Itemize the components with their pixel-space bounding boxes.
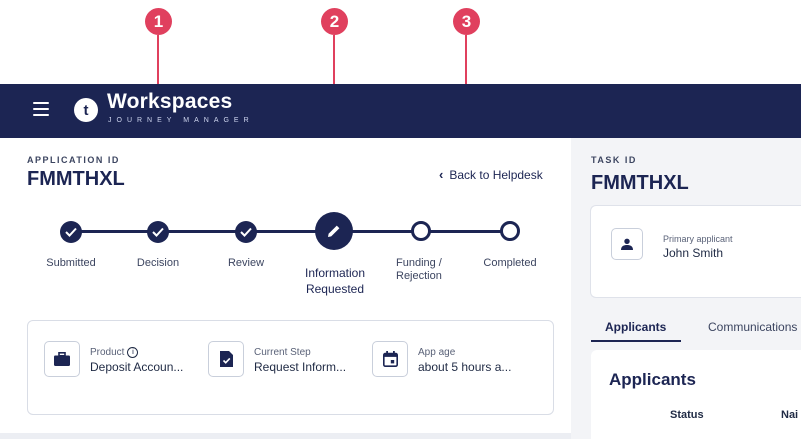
app-age-info: App age about 5 hours a... (372, 341, 511, 377)
step-information-requested-pencil-icon (315, 212, 353, 250)
tab-communications[interactable]: Communications (708, 320, 797, 334)
product-caption: Product (90, 347, 125, 358)
chevron-left-icon: ‹ (439, 167, 444, 182)
brand-logo[interactable]: t (74, 98, 98, 122)
primary-applicant-caption: Primary applicant (663, 234, 733, 244)
app-age-value: about 5 hours a... (418, 360, 512, 374)
brand-subtitle: JOURNEY MANAGER (108, 117, 254, 124)
applicants-card (591, 350, 801, 439)
current-step-info: Current Step Request Inform... (208, 341, 346, 377)
step-review-check-icon (235, 221, 257, 243)
pane-bottom-divider (0, 433, 571, 439)
current-step-caption: Current Step (254, 347, 311, 358)
step-label-completed: Completed (483, 257, 537, 269)
stepper-track (70, 230, 510, 233)
callout-3: 3 (453, 8, 480, 35)
callout-2: 2 (321, 8, 348, 35)
application-id-label: APPLICATION ID (27, 155, 120, 165)
active-tab-indicator (591, 340, 681, 342)
step-label-line2: Requested (305, 282, 365, 296)
task-id: FMMTHXL (591, 172, 689, 194)
briefcase-icon (44, 341, 80, 377)
step-label-line2: Rejection (396, 270, 442, 282)
task-id-label: TASK ID (591, 155, 637, 165)
tab-applicants[interactable]: Applicants (605, 320, 666, 334)
product-info: Product i Deposit Accoun... (44, 341, 183, 377)
step-decision-check-icon (147, 221, 169, 243)
app-age-caption: App age (418, 347, 456, 358)
back-link-label: Back to Helpdesk (449, 167, 543, 182)
person-icon (611, 228, 643, 260)
step-funding-rejection-circle (411, 221, 431, 241)
step-label-information-requested: Information Requested (290, 265, 380, 297)
brand-title: Workspaces (107, 90, 233, 113)
product-value: Deposit Accoun... (90, 360, 184, 374)
step-label-funding-rejection: Funding / Rejection (396, 257, 448, 283)
primary-applicant-name: John Smith (663, 246, 724, 260)
step-label-line1: Funding / (396, 257, 442, 269)
document-check-icon (208, 341, 244, 377)
step-label-review: Review (227, 257, 265, 269)
step-completed-circle (500, 221, 520, 241)
callout-1: 1 (145, 8, 172, 35)
column-header-status[interactable]: Status (670, 409, 704, 421)
step-label-submitted: Submitted (46, 257, 96, 269)
column-header-name[interactable]: Nai (781, 409, 798, 421)
step-label-decision: Decision (136, 257, 180, 269)
applicants-title: Applicants (609, 370, 696, 389)
step-label-line1: Information (304, 266, 366, 280)
step-submitted-check-icon (60, 221, 82, 243)
back-to-helpdesk-link[interactable]: ‹ Back to Helpdesk (439, 167, 543, 182)
info-icon[interactable]: i (127, 347, 139, 358)
calendar-icon (372, 341, 408, 377)
application-id: FMMTHXL (27, 168, 125, 190)
hamburger-menu-icon[interactable] (33, 102, 49, 116)
current-step-value: Request Inform... (254, 360, 347, 374)
